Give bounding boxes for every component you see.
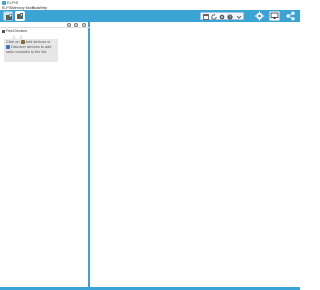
- device-scan-icon: [6, 14, 12, 20]
- workspace: Field Devices Click on Add devices or Di…: [0, 22, 300, 287]
- field-devices-panel: Field Devices Click on Add devices or Di…: [0, 22, 90, 287]
- hint-line-3: radio modules to the list.: [6, 50, 48, 54]
- app-icon: [2, 1, 6, 5]
- restore-icon[interactable]: [74, 23, 78, 27]
- app-window: ELPIS ELPIS Memory Mode Tools Help ? Fie…: [0, 0, 300, 290]
- panel-controls: [0, 22, 90, 28]
- field-devices-label: Field Devices: [6, 29, 28, 33]
- list-icon: [2, 29, 5, 33]
- close-icon[interactable]: [82, 23, 86, 27]
- add-devices-icon: [20, 40, 25, 44]
- collapse-icon[interactable]: [67, 23, 71, 27]
- tooltip-pointer-right: [19, 34, 23, 39]
- share-icon[interactable]: [285, 11, 296, 21]
- device-scan-button[interactable]: [3, 11, 13, 21]
- empty-list-hint: Click on Add devices or Discover devices…: [4, 34, 58, 62]
- discover-devices-icon: [6, 45, 10, 49]
- device-list-button[interactable]: [15, 11, 25, 21]
- field-devices-header[interactable]: Field Devices: [2, 29, 27, 33]
- main-toolbar: ?: [0, 10, 300, 22]
- device-list-icon: [17, 13, 23, 19]
- toolbar-tools-group: ?: [200, 12, 244, 20]
- tooltip-pointer-left: [12, 34, 16, 39]
- window-icon[interactable]: [203, 14, 209, 20]
- chevron-down-icon[interactable]: [236, 14, 242, 20]
- gear-icon[interactable]: [254, 11, 265, 21]
- monitor-icon[interactable]: [269, 11, 280, 21]
- refresh-icon[interactable]: [211, 14, 217, 20]
- help-icon[interactable]: ?: [227, 14, 233, 20]
- settings-icon[interactable]: [219, 14, 225, 20]
